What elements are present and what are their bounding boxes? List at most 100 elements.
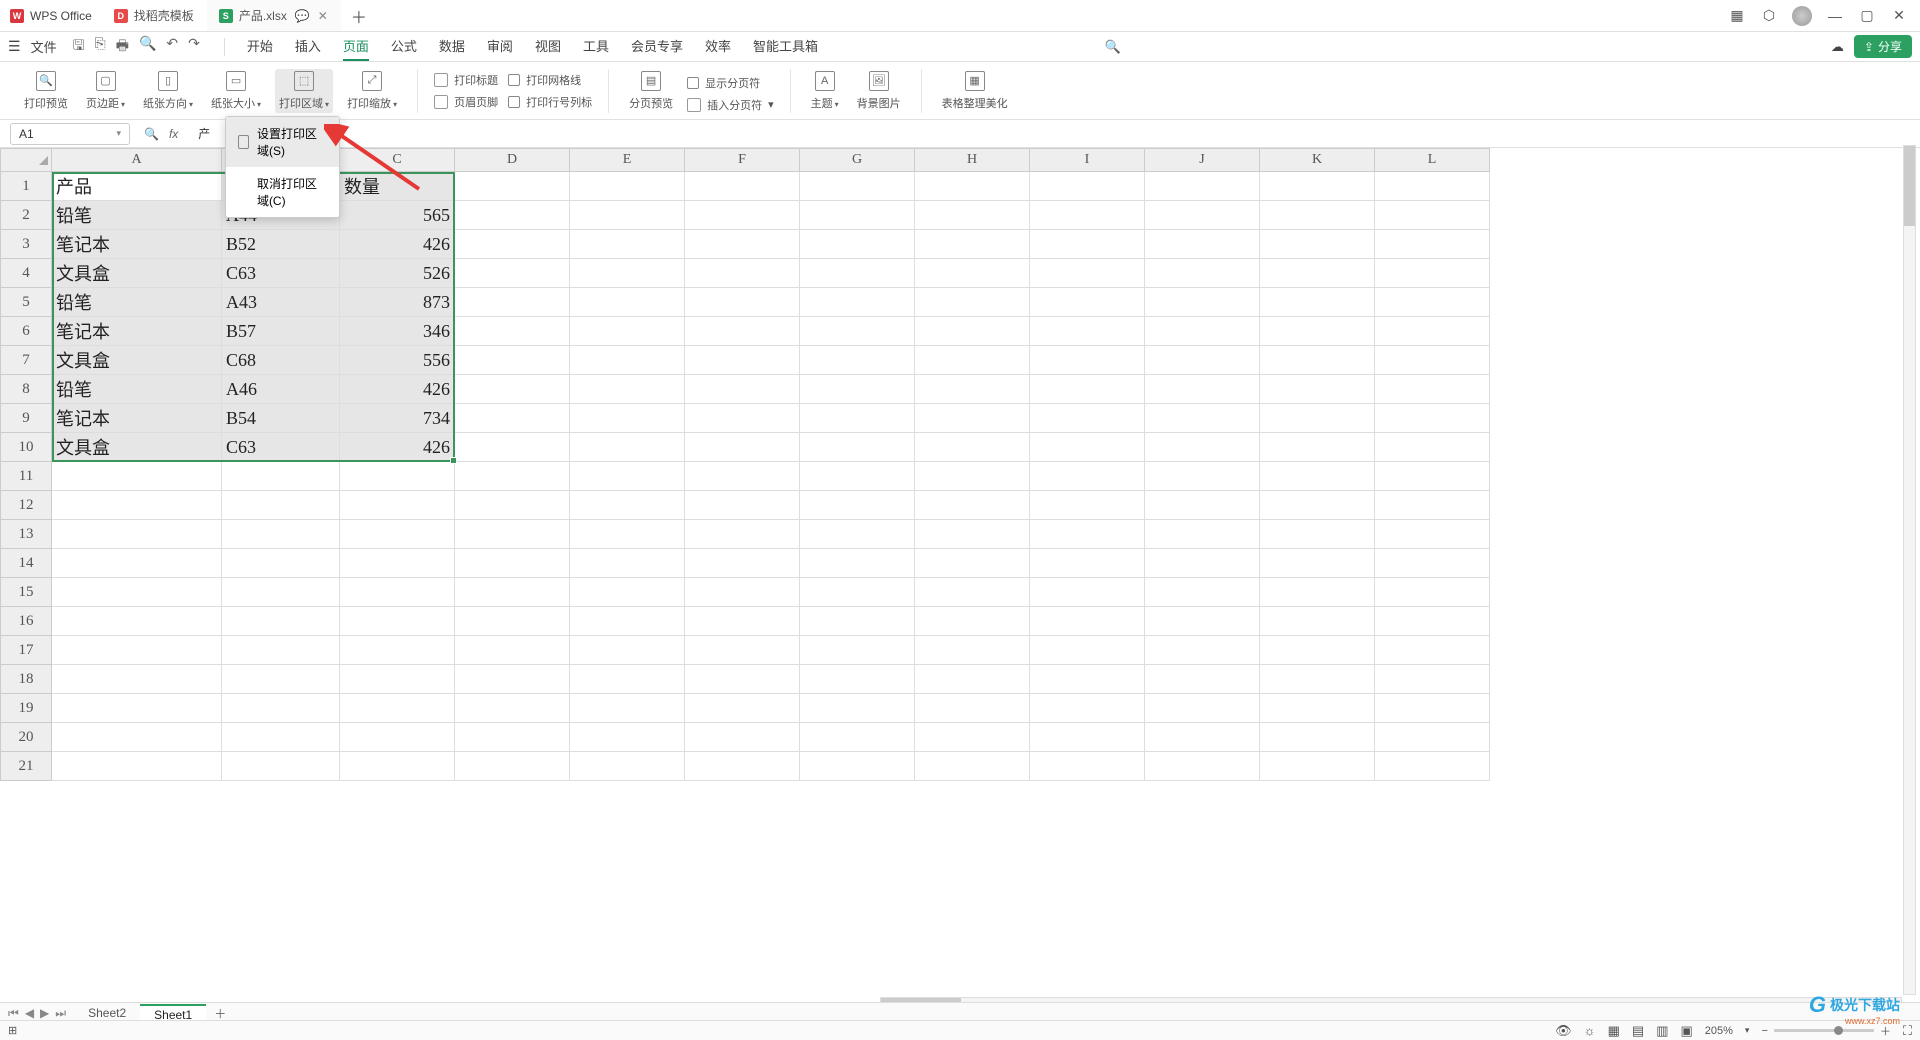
row-header[interactable]: 21 <box>0 752 52 781</box>
cell[interactable] <box>1375 636 1490 665</box>
row-header[interactable]: 10 <box>0 433 52 462</box>
row-header[interactable]: 4 <box>0 259 52 288</box>
cell[interactable] <box>1260 201 1375 230</box>
cell[interactable] <box>800 172 915 201</box>
cell[interactable] <box>455 549 570 578</box>
cell[interactable] <box>1030 665 1145 694</box>
cell[interactable] <box>570 317 685 346</box>
cell[interactable]: 734 <box>340 404 455 433</box>
comment-icon[interactable]: 💬 <box>295 9 310 23</box>
cancel-print-area-item[interactable]: 取消打印区域(C) <box>226 167 339 217</box>
cell[interactable] <box>915 520 1030 549</box>
cell[interactable] <box>915 694 1030 723</box>
row-header[interactable]: 15 <box>0 578 52 607</box>
cell[interactable] <box>340 752 455 781</box>
cell[interactable] <box>1030 404 1145 433</box>
cell[interactable] <box>1375 259 1490 288</box>
row-header[interactable]: 20 <box>0 723 52 752</box>
cell[interactable] <box>685 201 800 230</box>
cell[interactable] <box>1260 723 1375 752</box>
cell[interactable] <box>222 723 340 752</box>
cell[interactable] <box>915 288 1030 317</box>
cell[interactable] <box>685 549 800 578</box>
theme-button[interactable]: A主题▾ <box>807 69 843 113</box>
insert-break-button[interactable]: 插入分页符▾ <box>687 97 774 113</box>
fullscreen-icon[interactable]: ⛶ <box>1903 1023 1912 1039</box>
nav-item-插入[interactable]: 插入 <box>295 32 321 61</box>
col-header[interactable]: A <box>52 148 222 172</box>
cell[interactable] <box>1145 607 1260 636</box>
cell[interactable] <box>915 578 1030 607</box>
close-window-icon[interactable]: ✕ <box>1890 7 1908 25</box>
cell[interactable] <box>570 288 685 317</box>
status-icon[interactable]: ⊞ <box>8 1024 17 1037</box>
cell[interactable]: B57 <box>222 317 340 346</box>
cell[interactable] <box>340 462 455 491</box>
cell[interactable] <box>1030 433 1145 462</box>
cell[interactable] <box>1375 433 1490 462</box>
cell[interactable] <box>1145 288 1260 317</box>
row-header[interactable]: 7 <box>0 346 52 375</box>
cell[interactable] <box>1145 694 1260 723</box>
cell[interactable] <box>52 607 222 636</box>
row-header[interactable]: 2 <box>0 201 52 230</box>
cell[interactable] <box>1145 665 1260 694</box>
print-preview-button[interactable]: 🔍打印预览 <box>20 69 72 113</box>
cell[interactable] <box>1260 375 1375 404</box>
cell[interactable] <box>1260 230 1375 259</box>
cell[interactable] <box>1145 433 1260 462</box>
col-header[interactable]: L <box>1375 148 1490 172</box>
row-header[interactable]: 8 <box>0 375 52 404</box>
col-header[interactable]: E <box>570 148 685 172</box>
avatar[interactable] <box>1792 6 1812 26</box>
cell[interactable] <box>1260 636 1375 665</box>
cell[interactable] <box>800 346 915 375</box>
cell[interactable] <box>570 375 685 404</box>
cell[interactable] <box>1260 433 1375 462</box>
cell[interactable] <box>685 723 800 752</box>
cell[interactable]: 铅笔 <box>52 375 222 404</box>
cell[interactable] <box>1145 520 1260 549</box>
cell[interactable] <box>1145 346 1260 375</box>
cell[interactable] <box>1375 752 1490 781</box>
nav-item-效率[interactable]: 效率 <box>705 32 731 61</box>
cell[interactable] <box>570 433 685 462</box>
cell[interactable] <box>685 230 800 259</box>
cell[interactable] <box>1030 462 1145 491</box>
cell[interactable] <box>1145 172 1260 201</box>
cell[interactable] <box>222 520 340 549</box>
cell[interactable] <box>915 317 1030 346</box>
cell[interactable] <box>340 549 455 578</box>
cell[interactable] <box>915 636 1030 665</box>
cell[interactable] <box>1030 259 1145 288</box>
nav-item-数据[interactable]: 数据 <box>439 32 465 61</box>
cell[interactable] <box>1145 317 1260 346</box>
cell[interactable] <box>685 404 800 433</box>
cell[interactable] <box>222 462 340 491</box>
cell[interactable] <box>1030 549 1145 578</box>
cell[interactable] <box>915 665 1030 694</box>
nav-item-工具[interactable]: 工具 <box>583 32 609 61</box>
cell[interactable] <box>1260 259 1375 288</box>
cell[interactable] <box>1030 636 1145 665</box>
cell[interactable] <box>915 259 1030 288</box>
row-header[interactable]: 19 <box>0 694 52 723</box>
row-header[interactable]: 11 <box>0 462 52 491</box>
cell[interactable] <box>52 462 222 491</box>
cell[interactable] <box>222 752 340 781</box>
cell[interactable]: 426 <box>340 433 455 462</box>
fx-label[interactable]: fx <box>169 127 178 141</box>
cell[interactable] <box>1145 578 1260 607</box>
cell[interactable] <box>1145 752 1260 781</box>
nav-item-智能工具箱[interactable]: 智能工具箱 <box>753 32 818 61</box>
cell[interactable] <box>915 549 1030 578</box>
cell[interactable] <box>915 404 1030 433</box>
cell[interactable] <box>1030 375 1145 404</box>
cell[interactable] <box>1145 259 1260 288</box>
col-header[interactable]: I <box>1030 148 1145 172</box>
cell[interactable] <box>685 317 800 346</box>
sun-icon[interactable]: ☼ <box>1584 1023 1596 1038</box>
nav-item-公式[interactable]: 公式 <box>391 32 417 61</box>
scale-button[interactable]: ⤢打印缩放▾ <box>343 69 401 113</box>
cell[interactable] <box>800 491 915 520</box>
